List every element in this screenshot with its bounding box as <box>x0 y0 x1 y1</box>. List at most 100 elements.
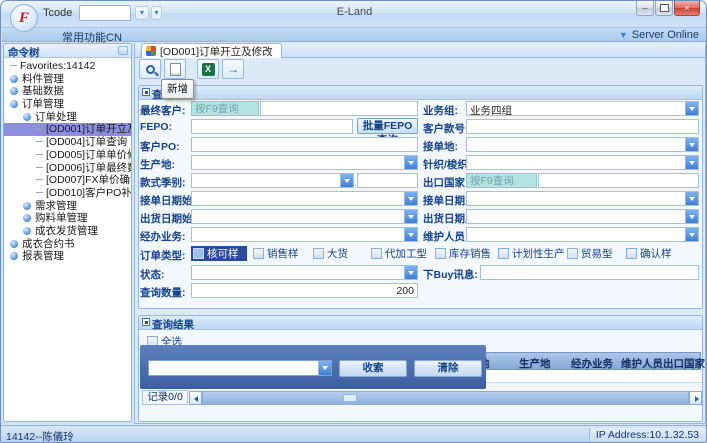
checkbox-icon[interactable] <box>313 248 324 259</box>
order-type-approval-sample[interactable]: 核可样 <box>191 246 247 261</box>
column-header-handler[interactable]: 经办业务 <box>571 356 613 371</box>
chevron-down-icon[interactable] <box>685 210 698 223</box>
buy-info-input[interactable] <box>480 265 699 280</box>
status-select[interactable] <box>191 265 418 280</box>
style-season-select[interactable] <box>191 173 354 188</box>
final-customer-f9-input[interactable] <box>191 101 259 116</box>
fepo-input[interactable] <box>191 119 353 134</box>
tree-item-material-mgmt[interactable]: 料件管理 <box>4 73 131 86</box>
knit-woven-select[interactable] <box>466 155 699 170</box>
ship-date-from-picker[interactable] <box>191 209 418 224</box>
search-results-button[interactable]: 收索 <box>339 360 407 377</box>
tree-item-od005[interactable]: [OD005]订单单价修改(新) <box>4 149 131 162</box>
ship-date-to-picker[interactable] <box>466 209 699 224</box>
order-type-confirmation-sample[interactable]: 确认样 <box>626 246 672 261</box>
tree-item-garment-shipping[interactable]: 成衣发货管理 <box>4 225 131 238</box>
scroll-left-icon[interactable] <box>189 391 202 405</box>
checkbox-icon[interactable] <box>193 248 204 259</box>
order-date-to-picker[interactable] <box>466 191 699 206</box>
order-type-planned-production[interactable]: 计划性生产 <box>498 246 565 261</box>
batch-fepo-query-button[interactable]: 批量FEPO查询 <box>357 118 418 134</box>
tree-item-od007[interactable]: [OD007]FX单价确认 <box>4 174 131 187</box>
chevron-down-icon[interactable] <box>685 156 698 169</box>
production-place-select[interactable] <box>191 155 418 170</box>
tree-item-favorites[interactable]: Favorites:14142 <box>4 60 131 73</box>
new-button[interactable] <box>164 59 186 79</box>
order-type-bulk[interactable]: 大货 <box>313 246 348 261</box>
order-type-oem[interactable]: 代加工型 <box>371 246 427 261</box>
search-button[interactable] <box>139 59 161 79</box>
tree-item-od006[interactable]: [OD006]订单最终数量修改 <box>4 162 131 175</box>
tree-item-demand-mgmt[interactable]: 需求管理 <box>4 200 131 213</box>
query-count-input[interactable] <box>191 283 418 298</box>
checkbox-icon[interactable] <box>371 248 382 259</box>
order-type-trade[interactable]: 贸易型 <box>567 246 613 261</box>
eland-logo-icon[interactable]: F <box>10 4 38 32</box>
export-excel-button[interactable]: X <box>197 59 219 79</box>
final-customer-input[interactable] <box>260 101 418 116</box>
exit-button[interactable]: → <box>222 59 244 79</box>
chevron-down-icon[interactable] <box>685 138 698 151</box>
style-season-input[interactable] <box>357 173 418 188</box>
checkbox-icon[interactable] <box>253 248 264 259</box>
column-header-maintainer[interactable]: 维护人员 <box>621 356 663 371</box>
chevron-down-icon[interactable] <box>340 174 353 187</box>
scrollbar-thumb[interactable] <box>343 394 357 402</box>
collapse-icon[interactable] <box>142 88 150 96</box>
tree-item-od010[interactable]: [OD010]客户PO补入 <box>4 187 131 200</box>
chevron-down-icon[interactable] <box>318 361 331 375</box>
chevron-down-icon[interactable] <box>404 210 417 223</box>
tree-item-basic-data[interactable]: 基础数据 <box>4 85 131 98</box>
node-icon <box>10 75 18 83</box>
column-header-export-country[interactable]: 出口国家 <box>663 356 705 371</box>
order-type-sales-sample[interactable]: 销售样 <box>253 246 299 261</box>
checkbox-icon[interactable] <box>626 248 637 259</box>
order-type-stock-sale[interactable]: 库存销售 <box>435 246 491 261</box>
export-country-f9-input[interactable] <box>466 173 537 188</box>
tree-item-od004[interactable]: [OD004]订单查询 <box>4 136 131 149</box>
new-document-icon <box>170 63 181 76</box>
chevron-down-icon[interactable] <box>685 102 698 115</box>
chevron-down-icon[interactable] <box>404 156 417 169</box>
tree-item-garment-contract[interactable]: 成衣合约书 <box>4 238 131 251</box>
chevron-down-icon[interactable] <box>404 228 417 241</box>
filter-combobox[interactable] <box>148 360 332 376</box>
checkbox-icon[interactable] <box>567 248 578 259</box>
customer-style-input[interactable] <box>466 119 699 134</box>
export-country-input[interactable] <box>538 173 699 188</box>
tab-od001[interactable]: [OD001]订单开立及修改 <box>141 43 282 58</box>
business-group-select[interactable]: 业务四组 <box>466 101 699 116</box>
title-bar: F Tcode ▾ ▾ E-Land – × <box>1 1 707 28</box>
horizontal-scrollbar[interactable] <box>202 391 689 405</box>
command-tree-title: 命令树 <box>8 47 40 59</box>
server-status[interactable]: ▼Server Online <box>619 29 699 41</box>
chevron-down-icon[interactable] <box>685 228 698 241</box>
filter-overlay: 收索 清除 <box>140 345 486 389</box>
maintainer-select[interactable] <box>466 227 699 242</box>
tree-connector <box>36 179 43 180</box>
tree-item-order-mgmt[interactable]: 订单管理 <box>4 98 131 111</box>
checkbox-icon[interactable] <box>498 248 509 259</box>
command-tree-panel: 命令树 Favorites:14142 料件管理 基础数据 订单管理 订单处理 … <box>3 43 132 422</box>
clear-button[interactable]: 清除 <box>414 360 482 377</box>
tree-item-od001[interactable]: [OD001]订单开立及修改 <box>4 123 131 136</box>
chevron-down-icon[interactable] <box>404 266 417 279</box>
maximize-button[interactable] <box>655 1 673 16</box>
tree-item-purchase-mgmt[interactable]: 购料单管理 <box>4 212 131 225</box>
chevron-down-icon[interactable] <box>685 192 698 205</box>
handler-select[interactable] <box>191 227 418 242</box>
pin-icon[interactable] <box>118 46 128 55</box>
column-header-production-place[interactable]: 生产地 <box>519 356 551 371</box>
command-tree: Favorites:14142 料件管理 基础数据 订单管理 订单处理 [OD0… <box>4 58 131 263</box>
chevron-down-icon[interactable] <box>404 192 417 205</box>
order-date-from-picker[interactable] <box>191 191 418 206</box>
checkbox-icon[interactable] <box>435 248 446 259</box>
tree-item-report-mgmt[interactable]: 报表管理 <box>4 250 131 263</box>
minimize-button[interactable]: – <box>636 1 654 16</box>
customer-po-input[interactable] <box>191 137 418 152</box>
collapse-icon[interactable] <box>142 318 150 326</box>
scroll-right-icon[interactable] <box>689 391 702 405</box>
tree-item-order-processing[interactable]: 订单处理 <box>4 111 131 124</box>
order-place-select[interactable] <box>466 137 699 152</box>
close-button[interactable]: × <box>674 1 700 16</box>
